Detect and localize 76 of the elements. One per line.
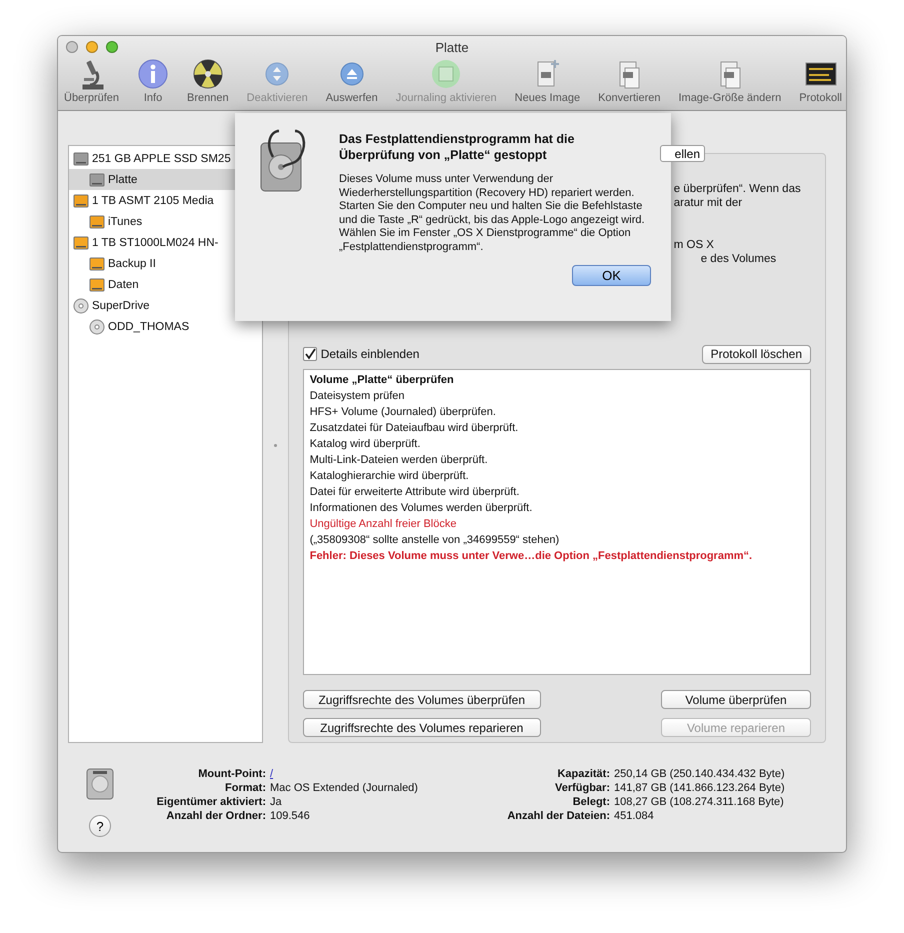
info-value: 109.546 bbox=[270, 809, 311, 823]
log-line: Informationen des Volumes werden überprüft. bbox=[310, 501, 534, 516]
drive-icon bbox=[89, 214, 105, 230]
info-label: Anzahl der Dateien: bbox=[506, 809, 610, 823]
ok-button[interactable]: OK bbox=[572, 265, 651, 286]
disk-item[interactable]: iTunes bbox=[69, 211, 262, 232]
drive-icon bbox=[73, 192, 89, 208]
log-line: Dateisystem prüfen bbox=[310, 389, 406, 404]
disc-icon bbox=[73, 298, 89, 314]
checkbox[interactable] bbox=[302, 347, 317, 361]
permissions-button[interactable]: Zugriffsrechte des Volumes überprüfen bbox=[302, 690, 541, 709]
log-line: Ungültige Anzahl freier Blöcke bbox=[310, 517, 458, 532]
disk-item[interactable]: ODD_THOMAS bbox=[69, 316, 262, 337]
drive-icon bbox=[89, 256, 105, 272]
toolbar-button[interactable]: Brennen bbox=[187, 58, 229, 104]
log-line: Kataloghierarchie wird überprüft. bbox=[310, 469, 470, 484]
drive-icon bbox=[73, 234, 89, 250]
tab[interactable]: ellen bbox=[660, 145, 705, 162]
description-text: m OS X bbox=[674, 238, 715, 252]
info-value: Mac OS Extended (Journaled) bbox=[270, 781, 419, 795]
info-label: Eigentümer aktiviert: bbox=[156, 795, 266, 809]
disc-icon bbox=[89, 318, 105, 334]
info-value: 451.084 bbox=[614, 809, 655, 823]
log-line: („35809308“ sollte anstelle von „34699559“ stehen) bbox=[310, 533, 560, 548]
dialog-title: Das Festplattendienstprogramm hat die Überprüfung von „Platte“ gestoppt bbox=[339, 131, 576, 163]
info-label: Format: bbox=[224, 781, 266, 795]
info-value: Ja bbox=[270, 795, 283, 809]
toolbar-button[interactable]: Info bbox=[137, 58, 170, 104]
description-text: e des Volumes bbox=[700, 252, 778, 266]
log-line: Multi-Link-Dateien werden überprüft. bbox=[310, 453, 489, 468]
clear-log-button[interactable]: Protokoll löschen bbox=[702, 344, 811, 364]
splitter-handle[interactable] bbox=[274, 444, 277, 446]
description-text: e überprüfen“. Wenn das bbox=[674, 182, 802, 196]
toolbar-button[interactable]: Konvertieren bbox=[598, 58, 660, 104]
toolbar-button[interactable]: Image-Größe ändern bbox=[678, 58, 782, 104]
info-value: 108,27 GB (108.274.311.168 Byte) bbox=[614, 795, 785, 809]
zoom-button[interactable] bbox=[106, 41, 118, 53]
toolbar-button[interactable]: Überprüfen bbox=[64, 58, 120, 104]
help-button[interactable]: ? bbox=[89, 815, 111, 837]
info-value: 250,14 GB (250.140.434.432 Byte) bbox=[614, 767, 785, 781]
info-value: 141,87 GB (141.866.123.264 Byte) bbox=[614, 781, 785, 795]
window-title: Platte bbox=[435, 40, 469, 54]
log-line: Fehler: Dieses Volume muss unter Verwe…die Option „Festplattendienstprogramm“. bbox=[310, 549, 754, 564]
burn-icon bbox=[192, 58, 224, 90]
log-line: HFS+ Volume (Journaled) überprüfen. bbox=[310, 405, 497, 420]
dialog-message: Dieses Volume muss unter Verwendung der Wiederherstellungspartition (Recovery HD) repariert werden. Starten Sie den Computer neu und halten Sie die Befehlstaste und die Taste „R“ gedrückt, bis das Apple-Logo angezeigt wird. Wählen Sie im Fenster „OS X Dienstprogramme“ die Option „Festplattendienstprogramm“. bbox=[339, 173, 646, 254]
toolbar-button[interactable]: Auswerfen bbox=[326, 58, 378, 104]
mount-point-link[interactable]: / bbox=[270, 767, 490, 781]
toolbar-button[interactable]: Protokoll bbox=[799, 58, 842, 104]
minimize-button[interactable] bbox=[86, 41, 98, 53]
drive-icon bbox=[89, 172, 105, 188]
info-icon bbox=[137, 58, 170, 90]
info-label: Anzahl der Ordner: bbox=[165, 809, 266, 823]
description-text: aratur mit der bbox=[674, 196, 744, 210]
disk-item[interactable]: SuperDrive bbox=[69, 295, 262, 316]
drive-icon bbox=[89, 276, 105, 292]
disk-item[interactable]: 1 TB ST1000LM024 HN- bbox=[69, 232, 262, 253]
log-line: Katalog wird überprüft. bbox=[310, 437, 422, 452]
disk-item[interactable]: Daten bbox=[69, 274, 262, 295]
info-label: Mount-Point: bbox=[197, 767, 266, 781]
info-label: Belegt: bbox=[572, 795, 610, 809]
permissions-button[interactable]: Zugriffsrechte des Volumes reparieren bbox=[302, 718, 541, 737]
log-line: Datei für erweiterte Attribute wird überprüft. bbox=[310, 485, 520, 500]
disk-item[interactable]: 251 GB APPLE SSD SM25 bbox=[69, 148, 262, 169]
info-label: Verfügbar: bbox=[554, 781, 610, 795]
drive-icon bbox=[73, 150, 89, 166]
details-checkbox[interactable]: Details einblenden bbox=[302, 347, 420, 361]
info-label: Kapazität: bbox=[556, 767, 610, 781]
close-button[interactable] bbox=[66, 41, 78, 53]
disk-item[interactable]: 1 TB ASMT 2105 Media bbox=[69, 190, 262, 211]
volume-button[interactable]: Volume überprüfen bbox=[661, 690, 811, 709]
journal-icon bbox=[430, 58, 462, 90]
log-line: Zusatzdatei für Dateiaufbau wird überprüft. bbox=[310, 421, 520, 436]
toolbar-button[interactable]: Neues Image bbox=[514, 58, 580, 104]
log-line: Volume „Platte“ überprüfen bbox=[310, 373, 455, 388]
disk-item[interactable]: Backup II bbox=[69, 253, 262, 274]
